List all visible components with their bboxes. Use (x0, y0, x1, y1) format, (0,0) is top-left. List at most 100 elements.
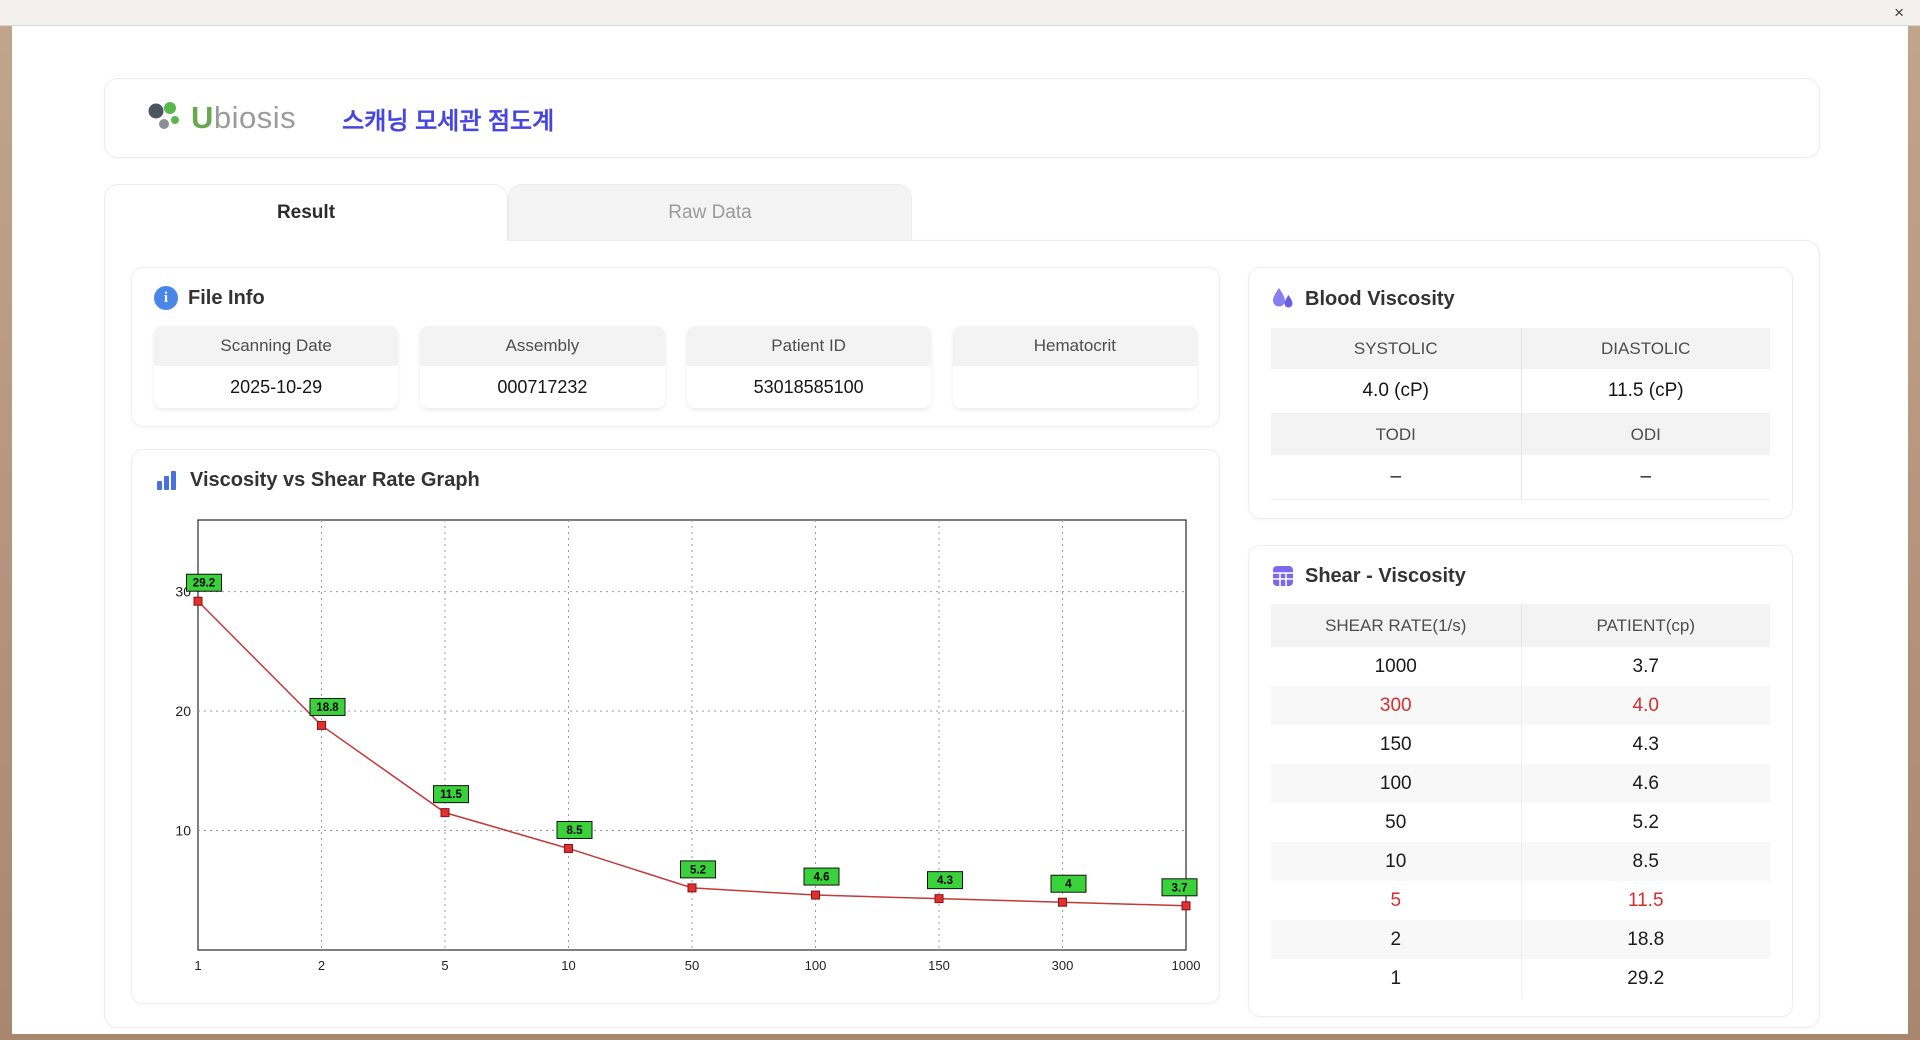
droplets-icon (1273, 288, 1293, 308)
file-info-fields: Scanning Date 2025-10-29 Assembly 000717232… (154, 326, 1197, 408)
info-icon: i (154, 286, 178, 310)
app-header: Ubiosis 스캐닝 모세관 점도계 (104, 78, 1820, 158)
todi-value: – (1271, 455, 1521, 500)
shear-rate-cell: 150 (1379, 733, 1412, 755)
svg-text:50: 50 (685, 958, 699, 973)
patient-column-header: PATIENT(cp) (1520, 604, 1770, 647)
file-info-card: i File Info Scanning Date 2025-10-29 Assem… (131, 267, 1220, 427)
shear-rate-cell: 100 (1379, 772, 1412, 794)
viscosity-chart-svg: 1020301 2 5 10 50 100 150 300 100029.218.811.58.… (175, 519, 1201, 973)
shear-rate-cell: 1 (1390, 967, 1402, 989)
shear-rate-cell: 2 (1390, 928, 1402, 950)
odi-value: – (1520, 455, 1770, 500)
systolic-value: 4.0 (cP) (1271, 369, 1521, 414)
logo-text: Ubiosis (191, 100, 297, 135)
patient-cell: 5.2 (1520, 803, 1771, 842)
tab-raw-data[interactable]: Raw Data (508, 184, 912, 241)
shear-rate-column-header: SHEAR RATE(1/s) (1271, 604, 1521, 647)
shear-viscosity-table: SHEAR RATE(1/s) PATIENT(cp) 1000 3.7 300 4.… (1271, 604, 1770, 998)
shear-table-header: SHEAR RATE(1/s) PATIENT(cp) (1271, 604, 1770, 647)
patient-cell: 18.8 (1520, 920, 1771, 959)
systolic-label: SYSTOLIC (1271, 328, 1521, 369)
field-value: 53018585100 (686, 366, 931, 408)
tab-bar: Result Raw Data (104, 184, 1820, 241)
file-info-field-1: Assembly 000717232 (420, 326, 665, 408)
tab-result[interactable]: Result (104, 184, 508, 241)
diastolic-value: 11.5 (cP) (1520, 369, 1770, 414)
patient-cell: 29.2 (1520, 959, 1771, 998)
field-label: Scanning Date (154, 326, 399, 366)
patient-cell: 11.5 (1520, 881, 1771, 920)
shear-table-body: 1000 3.7 300 4.0 150 4.3 100 4.6 50 5.2 10 8.5 5 11.5… (1271, 647, 1770, 998)
svg-text:5: 5 (441, 958, 448, 973)
field-value (952, 366, 1197, 408)
graph-header: Viscosity vs Shear Rate Graph (154, 468, 1197, 492)
svg-text:11.5: 11.5 (440, 789, 462, 801)
svg-text:100: 100 (805, 958, 827, 973)
shear-rate-cell: 300 (1379, 694, 1412, 716)
app-window: Ubiosis 스캐닝 모세관 점도계 Result Raw Data i Fi… (12, 26, 1908, 1034)
shear-viscosity-header: Shear - Viscosity (1271, 564, 1770, 588)
file-info-header: i File Info (154, 286, 1197, 310)
graph-title: Viscosity vs Shear Rate Graph (190, 468, 480, 491)
shear-table-row: 5 11.5 (1271, 881, 1770, 920)
window-titlebar: × (0, 0, 1920, 26)
viscosity-graph-card: Viscosity vs Shear Rate Graph 10 20 30 1 2 5 1… (131, 449, 1220, 1004)
file-info-title: File Info (188, 286, 265, 309)
svg-text:4.6: 4.6 (814, 872, 830, 884)
shear-table-row: 1 29.2 (1271, 959, 1770, 998)
shear-rate-cell: 1000 (1374, 655, 1417, 677)
left-column: i File Info Scanning Date 2025-10-29 Assem… (131, 267, 1220, 1004)
field-value: 2025-10-29 (154, 366, 399, 408)
odi-label: ODI (1520, 414, 1770, 455)
svg-text:10: 10 (175, 823, 191, 839)
patient-cell: 3.7 (1520, 647, 1771, 686)
field-label: Patient ID (686, 326, 931, 366)
patient-cell: 8.5 (1520, 842, 1771, 881)
shear-table-row: 10 8.5 (1271, 842, 1770, 881)
file-info-field-0: Scanning Date 2025-10-29 (154, 326, 399, 408)
ubiosis-logo: Ubiosis (143, 100, 296, 136)
diastolic-label: DIASTOLIC (1520, 328, 1770, 369)
shear-table-row: 150 4.3 (1271, 725, 1770, 764)
shear-rate-cell: 10 (1385, 850, 1407, 872)
svg-text:29.2: 29.2 (193, 578, 215, 590)
file-info-field-3: Hematocrit (952, 326, 1197, 408)
file-info-field-2: Patient ID 53018585100 (686, 326, 931, 408)
shear-table-row: 1000 3.7 (1271, 647, 1770, 686)
shear-table-row: 100 4.6 (1271, 764, 1770, 803)
result-panel: i File Info Scanning Date 2025-10-29 Assem… (104, 240, 1820, 1028)
shear-viscosity-card: Shear - Viscosity SHEAR RATE(1/s) PATIEN… (1248, 545, 1793, 1017)
todi-label: TODI (1271, 414, 1521, 455)
svg-text:5.2: 5.2 (690, 864, 706, 876)
field-value: 000717232 (420, 366, 665, 408)
close-icon[interactable]: × (1894, 4, 1904, 21)
field-label: Assembly (420, 326, 665, 366)
svg-text:4: 4 (1065, 879, 1072, 891)
shear-viscosity-title: Shear - Viscosity (1305, 564, 1466, 587)
svg-text:3.7: 3.7 (1172, 882, 1188, 894)
shear-table-row: 300 4.0 (1271, 686, 1770, 725)
blood-viscosity-card: Blood Viscosity SYSTOLIC DIASTOLIC 4.0 (… (1248, 267, 1793, 519)
blood-viscosity-title: Blood Viscosity (1305, 287, 1455, 310)
svg-text:18.8: 18.8 (316, 702, 339, 714)
viscosity-chart: 10 20 30 1 2 5 10 50 100 150 300 1000 29.2 18.8 11.5 8.… (154, 508, 1200, 985)
field-label: Hematocrit (952, 326, 1197, 366)
patient-cell: 4.6 (1520, 764, 1771, 803)
right-column: Blood Viscosity SYSTOLIC DIASTOLIC 4.0 (… (1248, 267, 1793, 1017)
svg-text:8.5: 8.5 (567, 825, 584, 837)
shear-table-row: 2 18.8 (1271, 920, 1770, 959)
svg-text:10: 10 (561, 958, 575, 973)
svg-text:1000: 1000 (1172, 958, 1201, 973)
svg-text:20: 20 (175, 703, 191, 719)
svg-text:150: 150 (928, 958, 950, 973)
shear-table-row: 50 5.2 (1271, 803, 1770, 842)
svg-text:1: 1 (194, 958, 201, 973)
svg-text:2: 2 (318, 958, 325, 973)
logo-dots-icon (148, 102, 179, 129)
shear-rate-cell: 50 (1385, 811, 1407, 833)
blood-viscosity-header: Blood Viscosity (1271, 286, 1770, 312)
page-title: 스캐닝 모세관 점도계 (342, 107, 555, 135)
svg-text:300: 300 (1052, 958, 1074, 973)
patient-cell: 4.3 (1520, 725, 1771, 764)
